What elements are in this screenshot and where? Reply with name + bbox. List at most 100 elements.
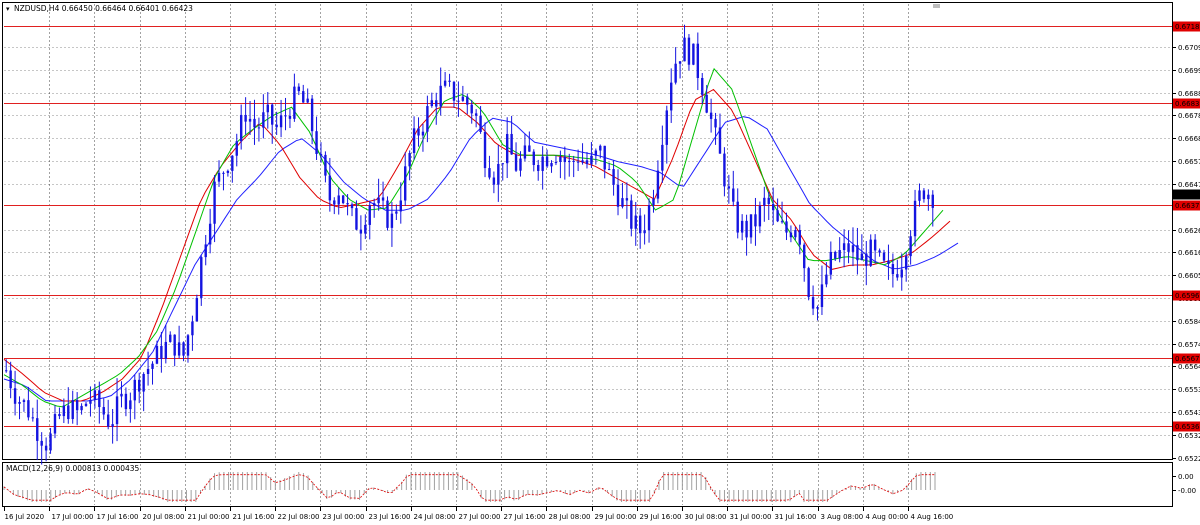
candle-body xyxy=(169,334,172,342)
candle-body xyxy=(727,186,731,189)
candle-body xyxy=(599,145,602,151)
candle-body xyxy=(621,198,624,207)
x-tick-label: 31 Jul 00:00 xyxy=(730,513,772,521)
candle-body xyxy=(106,414,110,427)
candle-body xyxy=(488,168,491,178)
candle-body xyxy=(44,445,48,451)
candle-body xyxy=(421,131,425,136)
x-tick-label: 20 Jul 08:00 xyxy=(143,513,185,521)
candle-body xyxy=(213,181,216,224)
candle-body xyxy=(435,100,438,107)
candle-body xyxy=(860,253,864,261)
candle-body xyxy=(754,214,757,227)
candle-body xyxy=(807,268,810,298)
candle-body xyxy=(350,204,354,209)
candle-body xyxy=(111,424,114,427)
candle-body xyxy=(696,43,700,78)
candle-body xyxy=(532,151,535,165)
candle-body xyxy=(842,243,846,251)
candle-body xyxy=(723,153,726,187)
candle-body xyxy=(550,163,553,167)
candle-body xyxy=(426,106,429,132)
candle-body xyxy=(315,131,318,154)
candle-body xyxy=(492,177,496,185)
candle-body xyxy=(372,203,376,206)
candle-body xyxy=(448,80,451,82)
candle-body xyxy=(834,251,837,259)
symbol-dropdown-icon[interactable]: ▾ xyxy=(6,5,10,13)
candle-body xyxy=(80,405,83,411)
candle-body xyxy=(310,98,314,132)
candle-body xyxy=(297,86,301,92)
candle-body xyxy=(616,184,620,207)
candle-body xyxy=(896,274,899,278)
y-tick-label: 0.66160 xyxy=(1178,249,1200,257)
candle-body xyxy=(120,393,123,397)
candle-body xyxy=(811,297,815,309)
candle-body xyxy=(683,37,686,62)
y-tick-label: 0.65845 xyxy=(1178,318,1200,326)
candle-body xyxy=(328,175,332,201)
candle-body xyxy=(333,200,336,205)
candle-body xyxy=(780,221,784,223)
price-level-label: 0.67188 xyxy=(1175,23,1200,31)
candle-body xyxy=(381,197,385,201)
candle-body xyxy=(891,264,895,275)
main-chart-frame xyxy=(2,2,1173,460)
candle-body xyxy=(346,203,349,205)
candle-body xyxy=(505,133,509,164)
x-tick-label: 16 Jul 2020 xyxy=(5,513,45,521)
price-level-label: 0.65364 xyxy=(1175,423,1200,431)
candle-body xyxy=(545,156,549,167)
candle-body xyxy=(151,363,154,369)
candle-body xyxy=(461,96,465,101)
candle-body xyxy=(612,169,615,185)
candle-body xyxy=(239,114,243,142)
trading-chart[interactable]: 0.67095 0.66990 0.66885 0.66785 0.66680 0.665… xyxy=(0,0,1200,525)
y-tick-label: 0.65430 xyxy=(1178,409,1200,417)
x-tick-label: 29 Jul 00:00 xyxy=(595,513,637,521)
candle-body xyxy=(785,221,788,233)
candle-body xyxy=(678,61,682,64)
candle-body xyxy=(235,141,238,156)
candle-body xyxy=(537,164,540,171)
candle-body xyxy=(851,245,855,252)
candle-body xyxy=(200,257,203,298)
y-tick-label: 0.66990 xyxy=(1178,67,1200,75)
candle-body xyxy=(191,321,194,336)
candle-body xyxy=(789,232,793,238)
candle-body xyxy=(5,370,8,372)
candle-body xyxy=(142,374,145,392)
candle-body xyxy=(67,405,70,420)
chart-scroll-marker[interactable] xyxy=(933,4,940,8)
candle-body xyxy=(359,229,363,234)
candle-body xyxy=(439,85,442,107)
candle-body xyxy=(408,153,411,167)
candle-body xyxy=(271,104,274,125)
candle-body xyxy=(510,133,513,155)
x-tick-label: 21 Jul 00:00 xyxy=(188,513,230,521)
candle-body xyxy=(887,260,890,265)
candle-body xyxy=(922,190,926,200)
current-price-label: 0.66423 xyxy=(1175,191,1200,199)
candle-body xyxy=(873,239,877,251)
candle-body xyxy=(625,198,629,201)
candle-body xyxy=(288,115,292,119)
candle-body xyxy=(133,379,136,401)
y-tick-label: 0.66785 xyxy=(1178,112,1200,120)
candle-body xyxy=(355,208,358,230)
candle-body xyxy=(483,131,487,169)
candle-body xyxy=(630,200,633,229)
candle-body xyxy=(528,145,531,152)
candle-body xyxy=(71,399,74,420)
macd-header: MACD(12,26,9) 0.000813 0.000435 xyxy=(6,464,140,473)
candle-body xyxy=(767,197,770,205)
candle-body xyxy=(226,170,230,173)
candle-body xyxy=(293,86,296,119)
candle-body xyxy=(399,200,402,212)
candle-body xyxy=(306,98,309,103)
candle-body xyxy=(275,124,278,128)
candle-body xyxy=(337,195,340,205)
candle-body xyxy=(160,345,163,359)
candle-body xyxy=(31,417,35,419)
